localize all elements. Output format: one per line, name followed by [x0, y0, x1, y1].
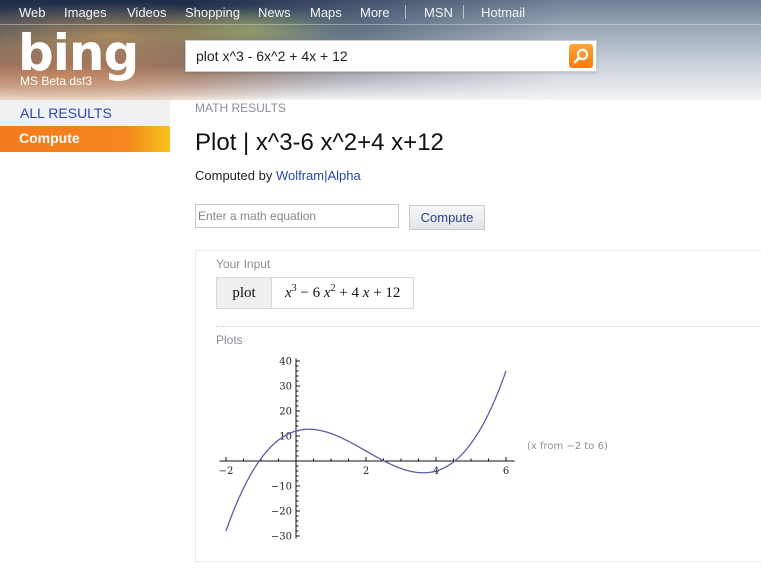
expr-var: x [323, 285, 331, 301]
function-plot: −2 2 4 6−30−20−1010203040 [219, 357, 515, 543]
nav-separator [463, 5, 464, 19]
y-tick-label: −20 [271, 507, 292, 518]
math-equation-input[interactable] [195, 204, 399, 228]
bing-logo[interactable]: bing [18, 28, 139, 78]
nav-shopping[interactable]: Shopping [185, 5, 240, 20]
plot-range-note: (x from −2 to 6) [527, 441, 608, 452]
search-input[interactable] [186, 41, 566, 71]
x-tick-label: −2 [219, 466, 234, 477]
search-box [185, 40, 597, 72]
nav-separator [405, 5, 406, 19]
y-tick-label: −30 [271, 532, 292, 543]
y-tick-label: 20 [279, 407, 292, 418]
search-button[interactable] [569, 44, 593, 68]
sidebar-item-all-results[interactable]: ALL RESULTS [0, 100, 170, 126]
search-icon [573, 48, 589, 64]
x-tick-label: 6 [503, 466, 509, 477]
y-tick-label: 40 [279, 357, 292, 368]
y-tick-label: 30 [279, 382, 292, 393]
left-navigation: ALL RESULTS Compute [0, 100, 170, 152]
compute-button[interactable]: Compute [409, 205, 485, 230]
nav-web[interactable]: Web [19, 5, 46, 20]
top-navigation: Web Images Videos Shopping News Maps Mor… [0, 0, 761, 25]
computed-by-prefix: Computed by [195, 168, 276, 183]
section-label: MATH RESULTS [195, 101, 286, 115]
nav-hotmail[interactable]: Hotmail [481, 5, 525, 20]
header: Web Images Videos Shopping News Maps Mor… [0, 0, 761, 100]
pod-divider [216, 326, 761, 327]
computed-by: Computed by Wolfram|Alpha [195, 168, 361, 183]
nav-videos[interactable]: Videos [127, 5, 167, 20]
input-expression: x3 − 6 x2 + 4 x + 12 [272, 278, 413, 308]
wolfram-alpha-link[interactable]: Wolfram|Alpha [276, 168, 361, 183]
input-interpretation: plot x3 − 6 x2 + 4 x + 12 [216, 277, 415, 309]
pod-title-plots: Plots [216, 333, 243, 347]
input-command: plot [217, 278, 272, 308]
expr-term: − 6 [296, 285, 324, 301]
nav-maps[interactable]: Maps [310, 5, 342, 20]
expr-term: + 12 [369, 285, 401, 301]
y-tick-label: −10 [271, 482, 292, 493]
x-tick-label: 2 [363, 466, 369, 477]
nav-more[interactable]: More [360, 5, 390, 20]
nav-news[interactable]: News [258, 5, 291, 20]
expr-var: x [285, 285, 292, 301]
logo-subtitle: MS Beta dsf3 [20, 74, 93, 88]
sidebar-item-compute[interactable]: Compute [0, 126, 170, 152]
function-curve [225, 370, 507, 532]
pod-title-your-input: Your Input [216, 257, 271, 271]
page-title: Plot | x^3-6 x^2+4 x+12 [195, 129, 444, 156]
nav-images[interactable]: Images [64, 5, 107, 20]
nav-msn[interactable]: MSN [424, 5, 453, 20]
expr-term: + 4 [335, 285, 363, 301]
